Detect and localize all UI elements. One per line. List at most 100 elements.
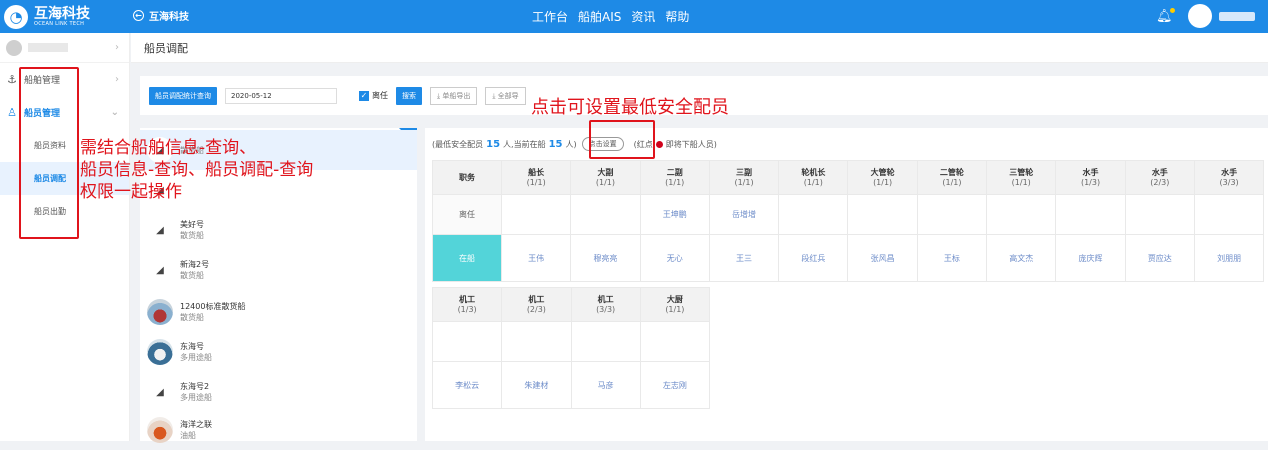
bell-icon[interactable]: 🔔︎ xyxy=(1156,8,1175,24)
nav-workbench[interactable]: 工作台 xyxy=(532,8,568,25)
crew-cell[interactable]: 朱建材 xyxy=(501,361,572,409)
crew-grid-2: 机工 (1/3) 机工 (2/3) 机工 (3/3) 大厨 (1/1) 李松云 朱建材 … xyxy=(431,287,711,409)
annotation-box-set-button xyxy=(589,120,655,159)
col-header-sailor-1: 水手 (1/3) xyxy=(1055,160,1126,195)
summary-current-value: 15 xyxy=(548,138,563,150)
person-icon: ♙ xyxy=(7,106,17,119)
annotation-left-line-1: 需结合船舶信息-查询、 xyxy=(80,138,257,158)
back-arrow-icon: ← xyxy=(133,10,144,21)
crew-cell[interactable]: 张风昌 xyxy=(847,234,918,282)
crew-cell[interactable]: 贾应达 xyxy=(1124,234,1195,282)
ship-type: 多用途船 xyxy=(180,393,212,402)
leave-checkbox[interactable]: ✓ 离任 xyxy=(359,90,388,101)
ship-name: 美好号 xyxy=(180,220,204,229)
col-header-cook: 大厨 (1/1) xyxy=(639,287,711,322)
crew-cell[interactable]: 庞庆辉 xyxy=(1055,234,1126,282)
crew-summary: (最低安全配员 15 人,当前在船 15 人) 点击设置 (红点 即将下船人员) xyxy=(432,137,717,151)
col-header-sailor-3: 水手 (3/3) xyxy=(1193,160,1265,195)
list-item-ship-5[interactable]: 东海号 多用途船 xyxy=(147,332,407,372)
crew-cell[interactable] xyxy=(1124,194,1195,235)
date-input[interactable]: 2020-05-12 xyxy=(225,87,337,104)
crew-cell[interactable] xyxy=(1193,194,1265,235)
red-dot-icon xyxy=(655,140,663,148)
leave-checkbox-label: 离任 xyxy=(372,91,388,100)
sidebar-user[interactable]: › xyxy=(0,33,129,63)
crew-cell[interactable]: 王标 xyxy=(916,234,988,282)
user-name-redacted[interactable] xyxy=(1219,12,1255,21)
col-header-second-engineer: 大管轮 (1/1) xyxy=(847,160,918,195)
stats-query-button[interactable]: 船员调配统计查询 xyxy=(149,86,217,105)
crew-cell[interactable]: 马彦 xyxy=(570,361,641,409)
crew-cell[interactable]: 王三 xyxy=(708,234,780,282)
crew-grid-1: 职务 船长 (1/1) 大副 (1/1) 二副 (1/1) 三副 (1/1) 轮机长 (1… xyxy=(432,160,1265,282)
list-item-ship-2[interactable]: ◢ 美好号 散货船 xyxy=(147,210,407,250)
table-row-leave xyxy=(431,321,711,362)
logo-mark: ◔ xyxy=(4,5,28,29)
crew-cell[interactable]: 刘朋朋 xyxy=(1193,234,1265,282)
user-avatar[interactable] xyxy=(1188,4,1212,28)
col-header-fourth-engineer: 三管轮 (1/1) xyxy=(986,160,1057,195)
annotation-left: 需结合船舶信息-查询、 船员信息-查询、船员调配-查询 权限一起操作 xyxy=(80,137,313,203)
table-row-leave: 离任 王坤鹏 岳增增 xyxy=(432,194,1265,235)
crew-cell[interactable] xyxy=(431,321,503,362)
ship-icon: ◢ xyxy=(147,379,173,405)
export-all-button[interactable]: ⤓ 全部导 xyxy=(485,86,526,105)
export-ship-button[interactable]: ⤓ 单船导出 xyxy=(430,86,478,105)
col-header-third-engineer: 二管轮 (1/1) xyxy=(916,160,988,195)
ship-icon: ◢ xyxy=(147,217,173,243)
list-item-ship-3[interactable]: ◢ 新海2号 散货船 xyxy=(147,250,407,290)
logo-title: 互海科技 xyxy=(34,5,90,22)
col-header-captain: 船长 (1/1) xyxy=(500,160,572,195)
row-label-onboard: 在船 xyxy=(432,234,502,282)
crew-cell[interactable] xyxy=(1055,194,1126,235)
ship-name: 新海2号 xyxy=(180,260,210,269)
crew-cell[interactable] xyxy=(501,321,572,362)
list-item-ship-7[interactable]: 海洋之联 油船 xyxy=(147,410,407,450)
red-dot-legend-post: 即将下船人员) xyxy=(665,139,717,149)
export-ship-label: 单船导出 xyxy=(442,91,471,100)
table-header-row: 职务 船长 (1/1) 大副 (1/1) 二副 (1/1) 三副 (1/1) 轮机长 (1… xyxy=(432,160,1265,195)
crew-cell[interactable] xyxy=(986,194,1057,235)
nav-ship-ais[interactable]: 船舶AIS xyxy=(578,8,621,25)
ship-name: 东海号2 xyxy=(180,382,210,391)
crew-cell[interactable]: 左志刚 xyxy=(639,361,711,409)
crew-cell[interactable]: 李松云 xyxy=(431,361,503,409)
annotation-left-line-3: 权限一起操作 xyxy=(80,182,182,202)
top-bar: ◔ 互海科技 OCEAN LINK TECH ← 互海科技 工作台 船舶AIS 资… xyxy=(0,0,1268,33)
list-item-ship-6[interactable]: ◢ 东海号2 多用途船 xyxy=(147,372,407,412)
crew-cell[interactable]: 王伟 xyxy=(500,234,572,282)
crew-cell[interactable] xyxy=(639,321,711,362)
table-row-onboard: 在船 王伟 穆亮亮 无心 王三 段红兵 张风昌 王标 高文杰 庞庆辉 贾应达 刘… xyxy=(432,234,1265,282)
search-button[interactable]: 搜索 xyxy=(396,86,422,105)
crew-cell[interactable]: 无心 xyxy=(639,234,710,282)
back-link[interactable]: ← 互海科技 xyxy=(133,8,189,23)
crew-cell[interactable] xyxy=(778,194,849,235)
sidebar-avatar xyxy=(6,39,22,56)
crew-cell[interactable] xyxy=(570,194,641,235)
crew-cell[interactable]: 高文杰 xyxy=(986,234,1057,282)
col-header-position: 职务 xyxy=(432,160,502,195)
list-item-ship-4[interactable]: 12400标准散货船 散货船 xyxy=(147,292,407,332)
crew-cell[interactable]: 岳增增 xyxy=(708,194,780,235)
ship-photo xyxy=(147,299,173,325)
nav-news[interactable]: 资讯 xyxy=(631,8,655,25)
ship-type: 多用途船 xyxy=(180,353,212,362)
main-nav: 工作台 船舶AIS 资讯 帮助 xyxy=(532,8,689,25)
summary-mid-label: 人,当前在船 xyxy=(503,139,546,149)
crew-cell[interactable] xyxy=(847,194,918,235)
summary-min-value: 15 xyxy=(486,138,501,150)
crew-cell[interactable]: 穆亮亮 xyxy=(570,234,641,282)
table-row-onboard: 李松云 朱建材 马彦 左志刚 xyxy=(431,361,711,409)
col-header-chief-engineer: 轮机长 (1/1) xyxy=(778,160,849,195)
page-title: 船员调配 xyxy=(131,33,1268,63)
crew-cell[interactable]: 王坤鹏 xyxy=(639,194,710,235)
annotation-left-line-2: 船员信息-查询、船员调配-查询 xyxy=(80,160,314,180)
col-header-second-officer: 二副 (1/1) xyxy=(639,160,710,195)
table-header-row: 机工 (1/3) 机工 (2/3) 机工 (3/3) 大厨 (1/1) xyxy=(431,287,711,322)
crew-cell[interactable] xyxy=(916,194,988,235)
crew-cell[interactable]: 段红兵 xyxy=(778,234,849,282)
nav-help[interactable]: 帮助 xyxy=(665,8,689,25)
crew-cell[interactable] xyxy=(570,321,641,362)
crew-cell[interactable] xyxy=(500,194,572,235)
chevron-down-icon: ⌄ xyxy=(110,107,119,118)
